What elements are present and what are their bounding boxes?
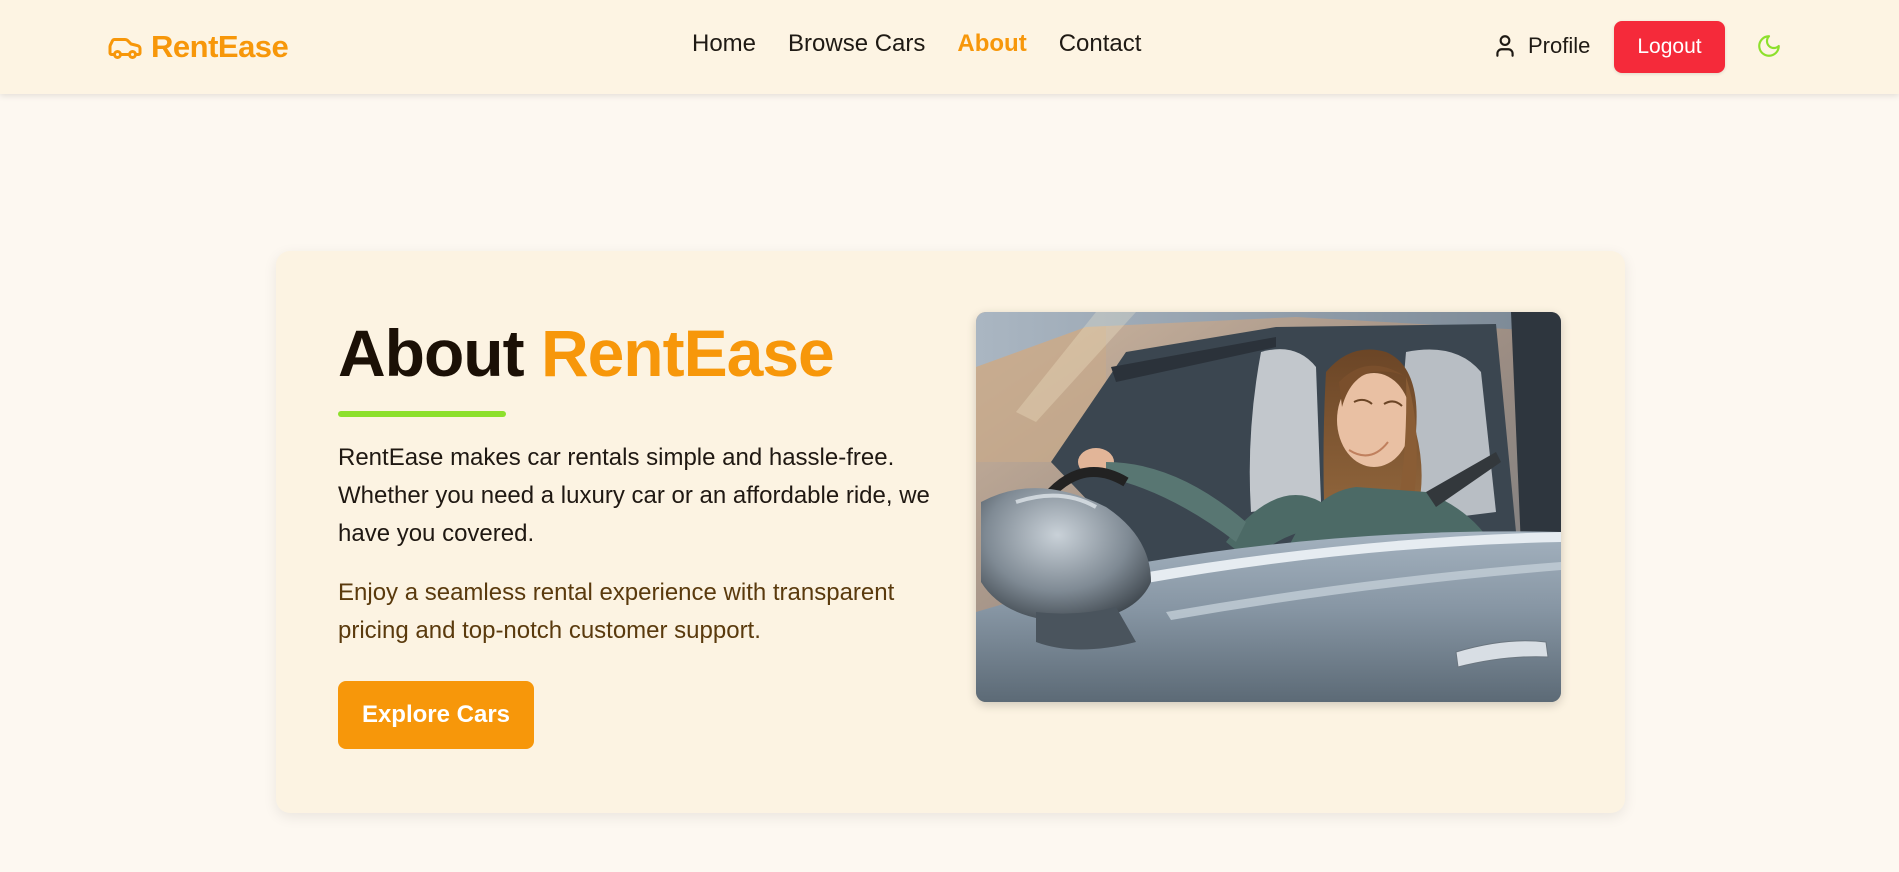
about-title-accent: RentEase	[540, 316, 835, 390]
brand-logo-link[interactable]: RentEase	[107, 28, 289, 66]
about-title-prefix: About	[338, 316, 525, 390]
nav-link-browse-cars[interactable]: Browse Cars	[788, 30, 925, 58]
about-title: About RentEase	[338, 314, 835, 392]
logout-button[interactable]: Logout	[1614, 21, 1725, 73]
woman-driving-car-illustration	[976, 312, 1561, 702]
nav-link-about[interactable]: About	[957, 30, 1026, 58]
theme-toggle-button[interactable]	[1754, 31, 1784, 61]
about-card: About RentEase RentEase makes car rental…	[276, 251, 1625, 813]
about-description: RentEase makes car rentals simple and ha…	[338, 444, 930, 547]
hero-image	[976, 312, 1561, 702]
nav-link-contact[interactable]: Contact	[1059, 30, 1142, 58]
user-icon	[1496, 35, 1514, 57]
car-icon	[108, 38, 142, 59]
nav-link-home[interactable]: Home	[692, 30, 756, 58]
top-navbar: RentEase Home Browse Cars About Contact …	[0, 0, 1899, 94]
explore-cars-button[interactable]: Explore Cars	[338, 681, 534, 749]
title-underline	[338, 411, 506, 417]
brand-name: RentEase	[151, 29, 289, 64]
main-nav: Home Browse Cars About Contact	[692, 30, 1141, 58]
profile-label: Profile	[1528, 33, 1591, 58]
about-subdescription: Enjoy a seamless rental experience with …	[338, 579, 895, 644]
moon-icon	[1758, 35, 1780, 57]
profile-link[interactable]: Profile	[1492, 32, 1590, 60]
